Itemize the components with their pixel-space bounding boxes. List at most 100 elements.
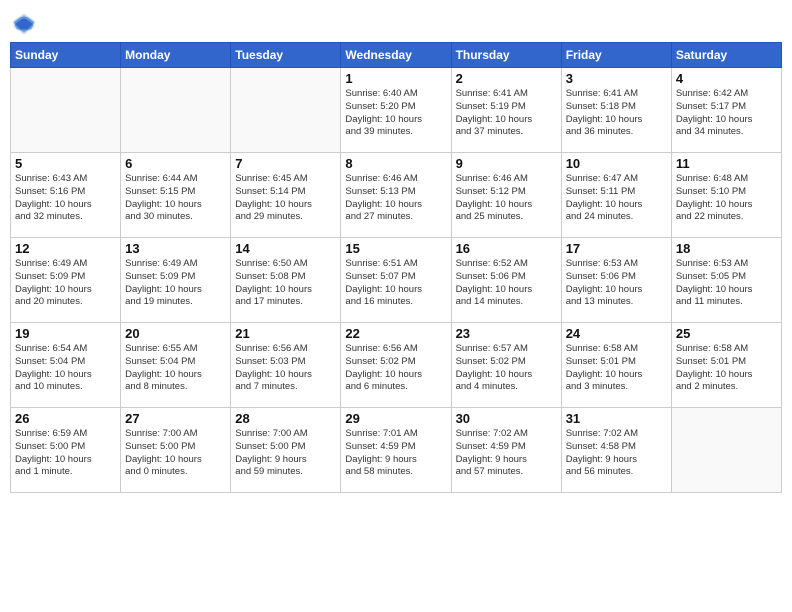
cell-content: Sunrise: 7:01 AM Sunset: 4:59 PM Dayligh…: [345, 428, 446, 479]
day-number: 26: [15, 411, 116, 426]
cell-content: Sunrise: 6:49 AM Sunset: 5:09 PM Dayligh…: [125, 258, 226, 309]
cell-content: Sunrise: 6:46 AM Sunset: 5:13 PM Dayligh…: [345, 173, 446, 224]
day-number: 4: [676, 71, 777, 86]
cell-content: Sunrise: 7:00 AM Sunset: 5:00 PM Dayligh…: [235, 428, 336, 479]
calendar-cell: 2Sunrise: 6:41 AM Sunset: 5:19 PM Daylig…: [451, 68, 561, 153]
cell-content: Sunrise: 6:41 AM Sunset: 5:19 PM Dayligh…: [456, 88, 557, 139]
day-number: 10: [566, 156, 667, 171]
day-number: 18: [676, 241, 777, 256]
calendar-cell: 28 Sunrise: 7:00 AM Sunset: 5:00 PM Dayli…: [231, 408, 341, 493]
calendar-week-1: 1Sunrise: 6:40 AM Sunset: 5:20 PM Daylig…: [11, 68, 782, 153]
day-number: 17: [566, 241, 667, 256]
calendar-cell: 13Sunrise: 6:49 AM Sunset: 5:09 PM Dayli…: [121, 238, 231, 323]
calendar-cell: 7 Sunrise: 6:45 AM Sunset: 5:14 PM Daylig…: [231, 153, 341, 238]
day-of-week-saturday: Saturday: [671, 43, 781, 68]
calendar-cell: 24 Sunrise: 6:58 AM Sunset: 5:01 PM Dayli…: [561, 323, 671, 408]
cell-content: Sunrise: 6:50 AM Sunset: 5:08 PM Dayligh…: [235, 258, 336, 309]
page: SundayMondayTuesdayWednesdayThursdayFrid…: [0, 0, 792, 612]
calendar-cell: 4 Sunrise: 6:42 AM Sunset: 5:17 PM Daylig…: [671, 68, 781, 153]
day-number: 7: [235, 156, 336, 171]
calendar-cell: 25Sunrise: 6:58 AM Sunset: 5:01 PM Dayli…: [671, 323, 781, 408]
cell-content: Sunrise: 7:02 AM Sunset: 4:58 PM Dayligh…: [566, 428, 667, 479]
calendar-cell: 22 Sunrise: 6:56 AM Sunset: 5:02 PM Dayli…: [341, 323, 451, 408]
calendar-cell: 14 Sunrise: 6:50 AM Sunset: 5:08 PM Dayli…: [231, 238, 341, 323]
day-number: 30: [456, 411, 557, 426]
cell-content: Sunrise: 6:59 AM Sunset: 5:00 PM Dayligh…: [15, 428, 116, 479]
day-of-week-sunday: Sunday: [11, 43, 121, 68]
cell-content: Sunrise: 6:54 AM Sunset: 5:04 PM Dayligh…: [15, 343, 116, 394]
calendar-cell: 20 Sunrise: 6:55 AM Sunset: 5:04 PM Dayli…: [121, 323, 231, 408]
calendar-cell: 21 Sunrise: 6:56 AM Sunset: 5:03 PM Dayli…: [231, 323, 341, 408]
cell-content: Sunrise: 6:49 AM Sunset: 5:09 PM Dayligh…: [15, 258, 116, 309]
day-number: 23: [456, 326, 557, 341]
day-number: 28: [235, 411, 336, 426]
calendar-cell: 5 Sunrise: 6:43 AM Sunset: 5:16 PM Daylig…: [11, 153, 121, 238]
calendar-week-3: 12 Sunrise: 6:49 AM Sunset: 5:09 PM Dayli…: [11, 238, 782, 323]
day-number: 31: [566, 411, 667, 426]
calendar-cell: 19Sunrise: 6:54 AM Sunset: 5:04 PM Dayli…: [11, 323, 121, 408]
day-number: 3: [566, 71, 667, 86]
logo-icon: [10, 10, 38, 38]
cell-content: Sunrise: 6:41 AM Sunset: 5:18 PM Dayligh…: [566, 88, 667, 139]
day-number: 22: [345, 326, 446, 341]
calendar-cell: 12 Sunrise: 6:49 AM Sunset: 5:09 PM Dayli…: [11, 238, 121, 323]
cell-content: Sunrise: 6:46 AM Sunset: 5:12 PM Dayligh…: [456, 173, 557, 224]
calendar-cell: 27 Sunrise: 7:00 AM Sunset: 5:00 PM Dayli…: [121, 408, 231, 493]
calendar-cell: [121, 68, 231, 153]
calendar-cell: [11, 68, 121, 153]
calendar-cell: 1Sunrise: 6:40 AM Sunset: 5:20 PM Daylig…: [341, 68, 451, 153]
calendar-cell: 6 Sunrise: 6:44 AM Sunset: 5:15 PM Daylig…: [121, 153, 231, 238]
day-number: 27: [125, 411, 226, 426]
cell-content: Sunrise: 6:57 AM Sunset: 5:02 PM Dayligh…: [456, 343, 557, 394]
cell-content: Sunrise: 6:43 AM Sunset: 5:16 PM Dayligh…: [15, 173, 116, 224]
cell-content: Sunrise: 6:42 AM Sunset: 5:17 PM Dayligh…: [676, 88, 777, 139]
day-of-week-tuesday: Tuesday: [231, 43, 341, 68]
cell-content: Sunrise: 6:58 AM Sunset: 5:01 PM Dayligh…: [566, 343, 667, 394]
calendar-cell: 8 Sunrise: 6:46 AM Sunset: 5:13 PM Daylig…: [341, 153, 451, 238]
day-number: 6: [125, 156, 226, 171]
calendar-cell: 30Sunrise: 7:02 AM Sunset: 4:59 PM Dayli…: [451, 408, 561, 493]
cell-content: Sunrise: 6:44 AM Sunset: 5:15 PM Dayligh…: [125, 173, 226, 224]
calendar-cell: 9 Sunrise: 6:46 AM Sunset: 5:12 PM Daylig…: [451, 153, 561, 238]
cell-content: Sunrise: 6:55 AM Sunset: 5:04 PM Dayligh…: [125, 343, 226, 394]
calendar-week-2: 5 Sunrise: 6:43 AM Sunset: 5:16 PM Daylig…: [11, 153, 782, 238]
cell-content: Sunrise: 6:47 AM Sunset: 5:11 PM Dayligh…: [566, 173, 667, 224]
cell-content: Sunrise: 6:53 AM Sunset: 5:05 PM Dayligh…: [676, 258, 777, 309]
calendar-cell: 23 Sunrise: 6:57 AM Sunset: 5:02 PM Dayli…: [451, 323, 561, 408]
calendar-cell: 3 Sunrise: 6:41 AM Sunset: 5:18 PM Daylig…: [561, 68, 671, 153]
day-number: 24: [566, 326, 667, 341]
cell-content: Sunrise: 6:56 AM Sunset: 5:03 PM Dayligh…: [235, 343, 336, 394]
calendar-cell: 11Sunrise: 6:48 AM Sunset: 5:10 PM Dayli…: [671, 153, 781, 238]
calendar-cell: 15 Sunrise: 6:51 AM Sunset: 5:07 PM Dayli…: [341, 238, 451, 323]
calendar-cell: 16Sunrise: 6:52 AM Sunset: 5:06 PM Dayli…: [451, 238, 561, 323]
day-number: 14: [235, 241, 336, 256]
calendar-cell: 10 Sunrise: 6:47 AM Sunset: 5:11 PM Dayli…: [561, 153, 671, 238]
day-number: 15: [345, 241, 446, 256]
logo: [10, 10, 42, 38]
cell-content: Sunrise: 6:51 AM Sunset: 5:07 PM Dayligh…: [345, 258, 446, 309]
calendar-table: SundayMondayTuesdayWednesdayThursdayFrid…: [10, 42, 782, 493]
day-of-week-monday: Monday: [121, 43, 231, 68]
calendar-cell: [231, 68, 341, 153]
cell-content: Sunrise: 6:53 AM Sunset: 5:06 PM Dayligh…: [566, 258, 667, 309]
day-number: 9: [456, 156, 557, 171]
cell-content: Sunrise: 6:40 AM Sunset: 5:20 PM Dayligh…: [345, 88, 446, 139]
day-of-week-wednesday: Wednesday: [341, 43, 451, 68]
calendar-cell: 18 Sunrise: 6:53 AM Sunset: 5:05 PM Dayli…: [671, 238, 781, 323]
cell-content: Sunrise: 6:45 AM Sunset: 5:14 PM Dayligh…: [235, 173, 336, 224]
cell-content: Sunrise: 6:52 AM Sunset: 5:06 PM Dayligh…: [456, 258, 557, 309]
calendar-week-5: 26 Sunrise: 6:59 AM Sunset: 5:00 PM Dayli…: [11, 408, 782, 493]
day-number: 12: [15, 241, 116, 256]
calendar-cell: 29Sunrise: 7:01 AM Sunset: 4:59 PM Dayli…: [341, 408, 451, 493]
day-number: 21: [235, 326, 336, 341]
cell-content: Sunrise: 6:56 AM Sunset: 5:02 PM Dayligh…: [345, 343, 446, 394]
calendar-cell: 26 Sunrise: 6:59 AM Sunset: 5:00 PM Dayli…: [11, 408, 121, 493]
day-number: 20: [125, 326, 226, 341]
calendar-week-4: 19Sunrise: 6:54 AM Sunset: 5:04 PM Dayli…: [11, 323, 782, 408]
day-of-week-thursday: Thursday: [451, 43, 561, 68]
day-number: 8: [345, 156, 446, 171]
cell-content: Sunrise: 7:00 AM Sunset: 5:00 PM Dayligh…: [125, 428, 226, 479]
calendar-cell: 17 Sunrise: 6:53 AM Sunset: 5:06 PM Dayli…: [561, 238, 671, 323]
day-number: 5: [15, 156, 116, 171]
cell-content: Sunrise: 6:48 AM Sunset: 5:10 PM Dayligh…: [676, 173, 777, 224]
